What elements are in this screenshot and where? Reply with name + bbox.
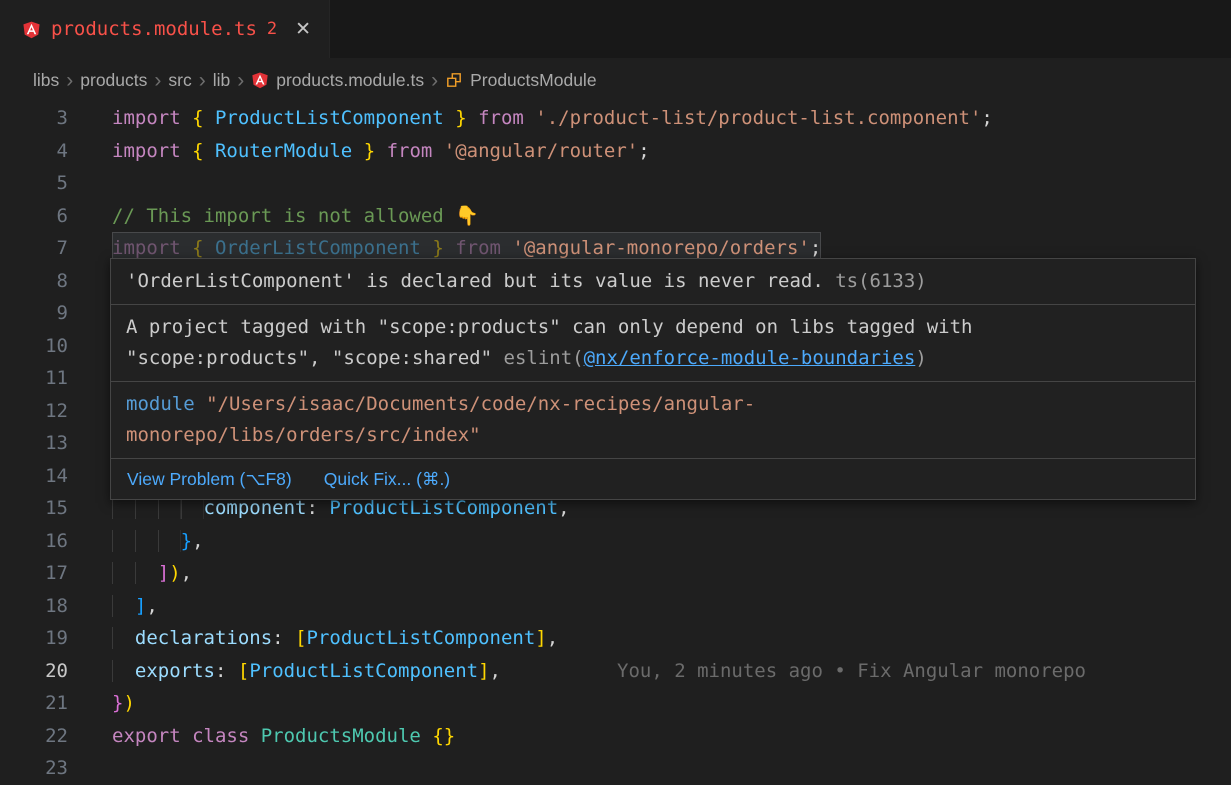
hover-message-row: A project tagged with "scope:products" c… xyxy=(111,305,1195,382)
hover-message-row: module "/Users/isaac/Documents/code/nx-r… xyxy=(111,382,1195,459)
class-symbol-icon xyxy=(445,71,463,89)
breadcrumb-item-productsmodule[interactable]: ProductsModule xyxy=(445,70,596,91)
code-content[interactable]: ]), xyxy=(112,557,192,590)
code-line[interactable]: 4 import { RouterModule } from '@angular/… xyxy=(0,135,1231,168)
problem-hover: 'OrderListComponent' is declared but its… xyxy=(110,258,1196,500)
chevron-right-icon: › xyxy=(147,70,168,91)
line-number[interactable]: 12 xyxy=(0,395,68,428)
breadcrumb-label: lib xyxy=(213,70,231,91)
code-line[interactable]: 21}) xyxy=(0,687,1231,720)
hover-text: 'OrderListComponent' is declared but its… xyxy=(126,270,824,292)
angular-icon xyxy=(22,20,41,39)
line-number[interactable]: 7 xyxy=(0,232,68,265)
line-number[interactable]: 20 xyxy=(0,655,68,688)
quick-fix-action[interactable]: Quick Fix... (⌘.) xyxy=(324,465,450,493)
line-number[interactable]: 11 xyxy=(0,362,68,395)
breadcrumb-item-lib[interactable]: lib xyxy=(213,70,231,91)
line-number[interactable]: 22 xyxy=(0,720,68,753)
code-line[interactable]: 19 declarations: [ProductListComponent], xyxy=(0,622,1231,655)
breadcrumb-label: products xyxy=(80,70,147,91)
hover-text: ) xyxy=(915,347,926,369)
code-content[interactable]: ], xyxy=(112,590,158,623)
tab-products-module[interactable]: products.module.ts 2 ✕ xyxy=(0,0,330,58)
code-line[interactable]: 22 export class ProductsModule {} xyxy=(0,720,1231,753)
line-number[interactable]: 14 xyxy=(0,460,68,493)
code-line[interactable]: 20 exports: [ProductListComponent],You, … xyxy=(0,655,1231,688)
chevron-right-icon: › xyxy=(424,70,445,91)
git-blame-annotation: You, 2 minutes ago • Fix Angular monorep… xyxy=(617,660,1086,682)
line-number[interactable]: 13 xyxy=(0,427,68,460)
breadcrumb-label: ProductsModule xyxy=(470,70,596,91)
code-content[interactable]: declarations: [ProductListComponent], xyxy=(112,622,558,655)
breadcrumb-item-src[interactable]: src xyxy=(168,70,191,91)
breadcrumb-item-products-module-ts[interactable]: products.module.ts xyxy=(251,70,424,91)
line-number[interactable]: 4 xyxy=(0,135,68,168)
hover-text: eslint( xyxy=(504,347,584,369)
code-line[interactable]: 5 xyxy=(0,167,1231,200)
hover-actions: View Problem (⌥F8) Quick Fix... (⌘.) xyxy=(111,459,1195,499)
code-line[interactable]: 6 // This import is not allowed 👇 xyxy=(0,200,1231,233)
hover-text: "/Users/isaac/Documents/code/nx-recipes/… xyxy=(126,393,755,446)
hover-text: ts(6133) xyxy=(824,270,927,292)
code-content[interactable]: }) xyxy=(112,687,135,720)
tab-bar: products.module.ts 2 ✕ xyxy=(0,0,1231,58)
hover-message-row: 'OrderListComponent' is declared but its… xyxy=(111,259,1195,305)
breadcrumb-label: products.module.ts xyxy=(276,70,424,91)
line-number[interactable]: 5 xyxy=(0,167,68,200)
line-number[interactable]: 21 xyxy=(0,687,68,720)
breadcrumb: libs›products›src›lib›products.module.ts… xyxy=(0,58,1231,102)
code-content[interactable]: }, xyxy=(112,525,204,558)
chevron-right-icon: › xyxy=(59,70,80,91)
line-number[interactable]: 18 xyxy=(0,590,68,623)
angular-logo-icon xyxy=(251,71,269,89)
code-content[interactable]: export class ProductsModule {} xyxy=(112,720,455,753)
code-line[interactable]: 18 ], xyxy=(0,590,1231,623)
code-content[interactable]: // This import is not allowed 👇 xyxy=(112,200,479,233)
chevron-right-icon: › xyxy=(230,70,251,91)
hover-text: module xyxy=(126,393,195,415)
tab-title: products.module.ts xyxy=(51,18,257,40)
line-number[interactable]: 15 xyxy=(0,492,68,525)
code-content[interactable]: import { ProductListComponent } from './… xyxy=(112,102,993,135)
code-content[interactable]: exports: [ProductListComponent],You, 2 m… xyxy=(112,655,1086,688)
code-line[interactable]: 3 import { ProductListComponent } from '.… xyxy=(0,102,1231,135)
close-icon[interactable]: ✕ xyxy=(295,18,311,40)
view-problem-action[interactable]: View Problem (⌥F8) xyxy=(127,465,292,493)
line-number[interactable]: 8 xyxy=(0,265,68,298)
line-number[interactable]: 9 xyxy=(0,297,68,330)
line-number[interactable]: 10 xyxy=(0,330,68,363)
hover-rule-link[interactable]: @nx/enforce-module-boundaries xyxy=(584,347,916,369)
line-number[interactable]: 19 xyxy=(0,622,68,655)
code-line[interactable]: 17 ]), xyxy=(0,557,1231,590)
breadcrumb-item-libs[interactable]: libs xyxy=(33,70,59,91)
chevron-right-icon: › xyxy=(192,70,213,91)
code-content[interactable]: import { RouterModule } from '@angular/r… xyxy=(112,135,650,168)
breadcrumb-label: libs xyxy=(33,70,59,91)
code-line[interactable]: 16 }, xyxy=(0,525,1231,558)
line-number[interactable]: 16 xyxy=(0,525,68,558)
tab-problems-badge: 2 xyxy=(267,19,277,39)
line-number[interactable]: 17 xyxy=(0,557,68,590)
breadcrumb-label: src xyxy=(168,70,191,91)
line-number[interactable]: 6 xyxy=(0,200,68,233)
line-number[interactable]: 3 xyxy=(0,102,68,135)
breadcrumb-item-products[interactable]: products xyxy=(80,70,147,91)
